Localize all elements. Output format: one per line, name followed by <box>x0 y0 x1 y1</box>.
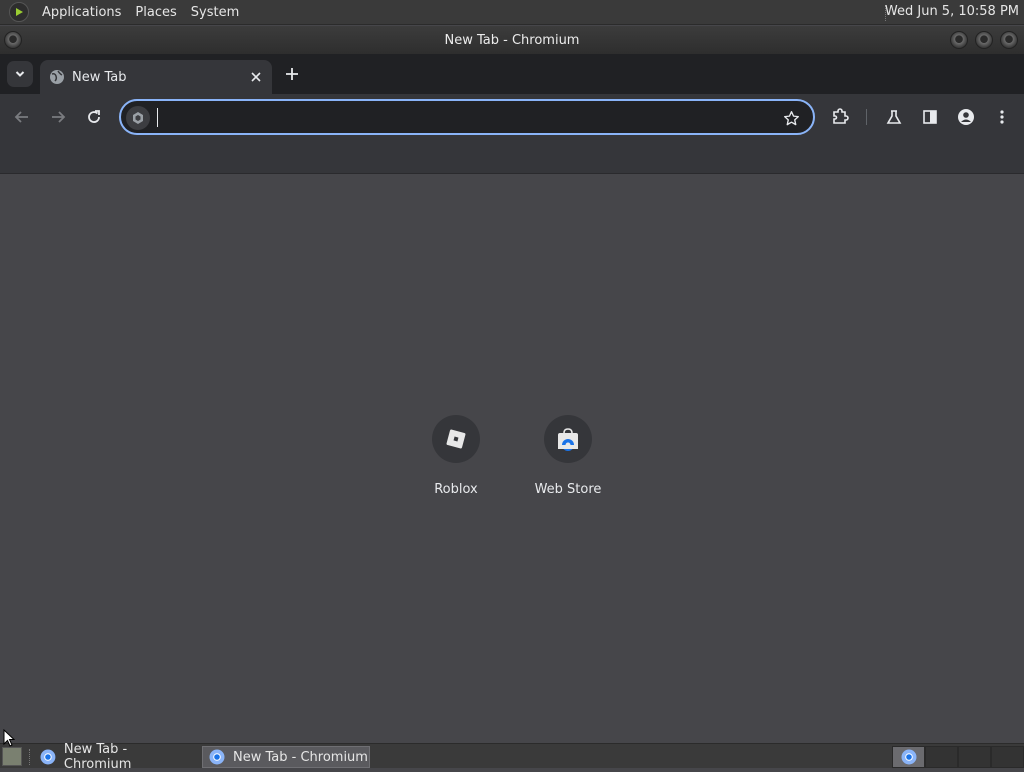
taskbar-grip <box>29 749 32 765</box>
new-tab-button[interactable] <box>282 64 302 84</box>
workspace-2[interactable] <box>925 746 958 768</box>
plus-icon <box>286 68 298 80</box>
minimize-button[interactable] <box>950 31 968 49</box>
workspace-1[interactable] <box>892 746 925 768</box>
toolbar <box>0 94 1024 140</box>
reload-icon <box>88 110 100 123</box>
tab-new-tab[interactable]: New Tab <box>40 60 272 94</box>
system-menu[interactable]: System <box>184 5 246 20</box>
extensions-icon <box>833 108 849 124</box>
taskbar-item[interactable]: New Tab - Chromium <box>34 742 198 772</box>
maximize-button[interactable] <box>975 31 993 49</box>
menu-icon <box>1000 110 1004 124</box>
top-panel: Applications Places System Wed Jun 5, 10… <box>0 0 1024 25</box>
shortcut-label: Roblox <box>434 482 478 497</box>
mouse-cursor-icon <box>3 729 15 747</box>
workspace-4[interactable] <box>991 746 1024 768</box>
shortcut-label: Web Store <box>534 482 602 497</box>
taskbar-item-label: New Tab - Chromium <box>233 749 368 765</box>
labs-icon <box>886 110 902 124</box>
roblox-icon <box>446 429 466 449</box>
close-window-button[interactable] <box>1000 31 1018 49</box>
bookmark-bar <box>0 140 1024 174</box>
shortcut-icon-circle <box>432 415 480 463</box>
globe-icon <box>50 70 64 84</box>
forward-icon <box>52 111 66 123</box>
site-info-icon[interactable] <box>126 106 150 130</box>
profile-button[interactable] <box>955 106 977 128</box>
tab-close-icon[interactable] <box>249 70 263 84</box>
address-input[interactable] <box>155 107 775 129</box>
workspace-3[interactable] <box>958 746 991 768</box>
chromium-icon <box>901 749 917 765</box>
window-menu-icon[interactable] <box>4 31 22 49</box>
text-caret <box>157 108 158 127</box>
address-bar[interactable] <box>119 99 815 135</box>
new-tab-page: Roblox Web Store <box>0 175 1024 743</box>
window-titlebar[interactable]: New Tab - Chromium <box>0 26 1024 54</box>
shortcut-roblox[interactable]: Roblox <box>400 411 512 499</box>
web-store-icon <box>558 428 578 451</box>
taskbar: New Tab - Chromium New Tab - Chromium <box>0 742 1024 772</box>
toolbar-separator <box>866 109 867 125</box>
reload-button[interactable] <box>83 106 105 128</box>
clock[interactable]: Wed Jun 5, 10:58 PM <box>885 4 1019 19</box>
applications-menu[interactable]: Applications <box>35 5 128 20</box>
side-panel-icon <box>923 110 937 124</box>
system-logo-icon[interactable] <box>9 2 29 22</box>
tab-search-button[interactable] <box>7 61 33 87</box>
forward-button[interactable] <box>47 106 69 128</box>
extensions-button[interactable] <box>829 106 851 128</box>
taskbar-item-active[interactable]: New Tab - Chromium <box>202 746 370 768</box>
shortcut-web-store[interactable]: Web Store <box>512 411 624 499</box>
chromium-icon <box>209 749 225 765</box>
chevron-down-icon <box>15 71 25 77</box>
chromium-icon <box>40 749 56 765</box>
back-icon <box>14 111 28 123</box>
menu-button[interactable] <box>991 106 1013 128</box>
tab-strip: New Tab <box>0 54 1024 94</box>
places-menu[interactable]: Places <box>128 5 183 20</box>
tab-title: New Tab <box>72 69 127 85</box>
labs-button[interactable] <box>883 106 905 128</box>
bookmark-star-icon[interactable] <box>781 108 801 128</box>
window-title: New Tab - Chromium <box>444 32 580 48</box>
back-button[interactable] <box>11 106 33 128</box>
profile-icon <box>958 109 974 125</box>
shortcut-icon-circle <box>544 415 592 463</box>
show-desktop-icon[interactable] <box>2 747 22 766</box>
side-panel-button[interactable] <box>919 106 941 128</box>
